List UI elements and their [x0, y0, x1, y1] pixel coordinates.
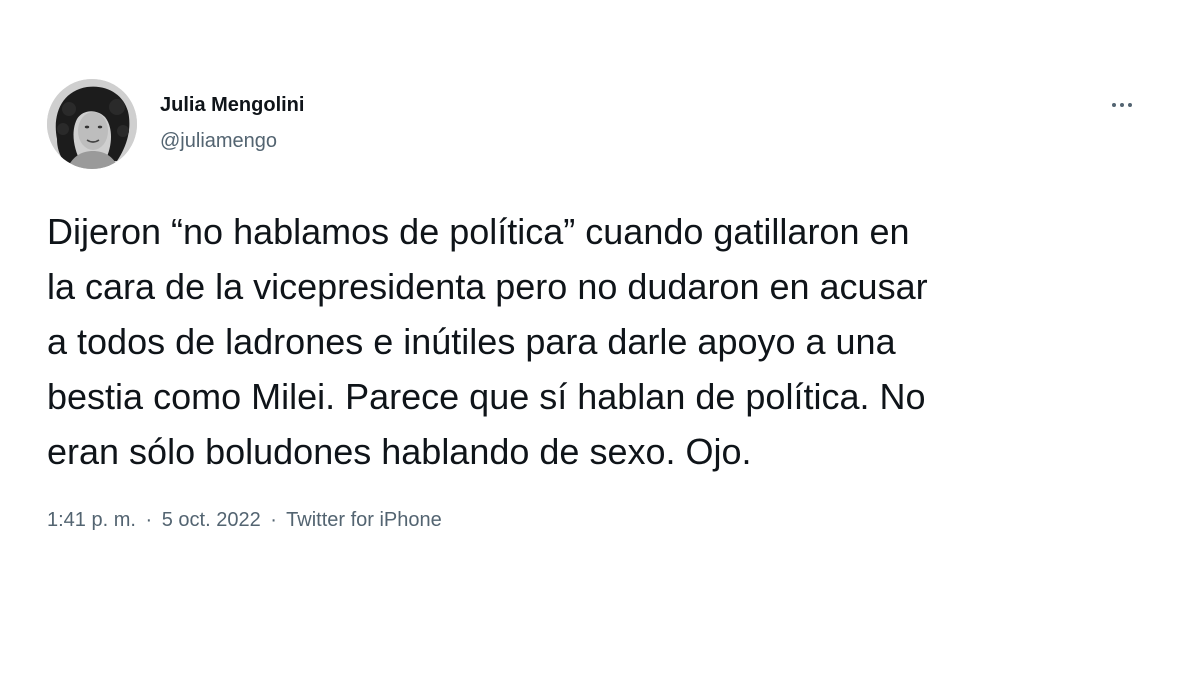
author-name[interactable]: Julia Mengolini: [160, 94, 304, 117]
tweet-source[interactable]: Twitter for iPhone: [286, 509, 442, 531]
tweet-text: Dijeron “no hablamos de política” cuando…: [47, 211, 928, 472]
tweet-date[interactable]: 5 oct. 2022: [162, 509, 261, 531]
more-options-icon[interactable]: [1100, 90, 1144, 120]
meta-separator: ·: [145, 509, 153, 531]
tweet-time[interactable]: 1:41 p. m.: [47, 509, 136, 531]
tweet-meta: 1:41 p. m. · 5 oct. 2022 · Twitter for i…: [47, 509, 442, 532]
avatar[interactable]: [47, 79, 137, 169]
avatar-image: [47, 79, 137, 169]
author-handle[interactable]: @juliamengo: [160, 130, 277, 153]
meta-separator: ·: [270, 509, 277, 531]
tweet-card: Julia Mengolini @juliamengo Dijeron “no …: [0, 0, 1200, 673]
